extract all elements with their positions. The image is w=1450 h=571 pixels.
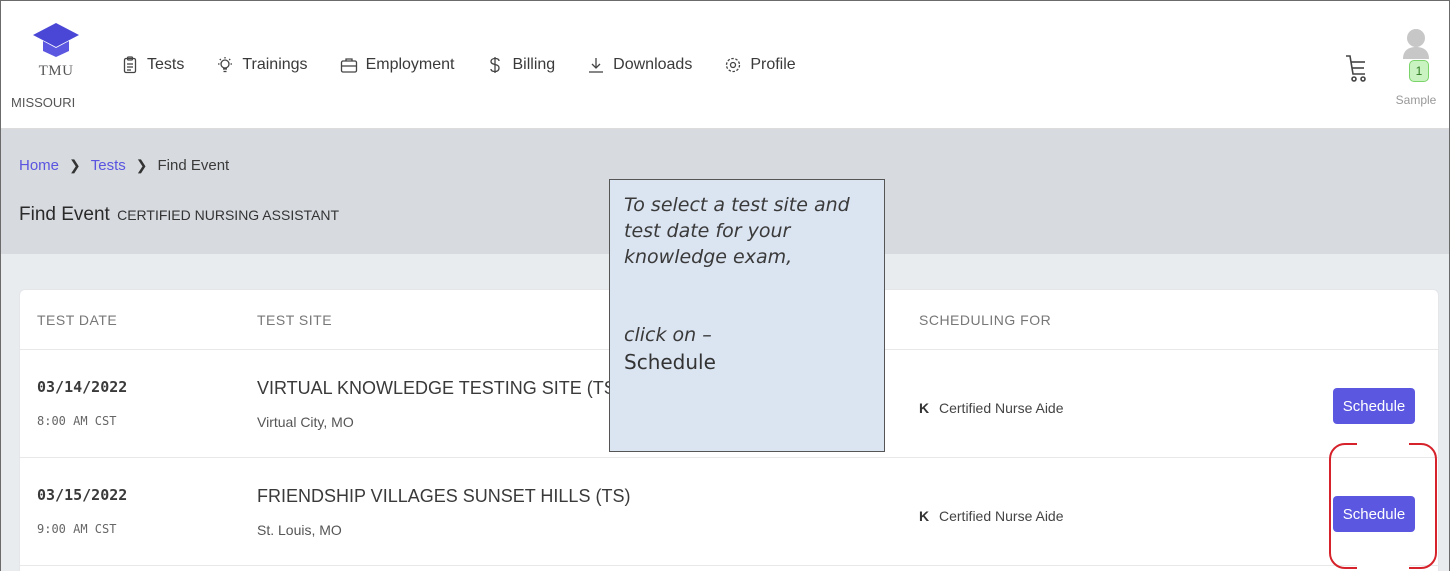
dollar-icon	[490, 57, 501, 73]
gear-icon	[726, 57, 741, 73]
nav-downloads-label: Downloads	[613, 56, 693, 73]
breadcrumb-current: Find Event	[157, 157, 230, 174]
user-avatar-icon	[1403, 29, 1429, 59]
row-date: 03/14/2022	[37, 378, 128, 396]
nav-employment-label: Employment	[365, 56, 455, 73]
row-date: 03/15/2022	[37, 486, 128, 504]
callout-instruction: click on –	[624, 324, 712, 346]
nav-billing[interactable]: Billing	[486, 56, 555, 74]
avatar: 1	[1401, 27, 1431, 82]
download-icon	[589, 58, 604, 73]
row-exam-code: K	[919, 400, 930, 416]
nav-profile-label: Profile	[750, 56, 796, 73]
instruction-callout: To select a test site and test date for …	[609, 179, 885, 452]
nav-downloads[interactable]: Downloads	[587, 56, 692, 74]
schedule-button[interactable]: Schedule	[1333, 388, 1415, 424]
nav-tests[interactable]: Tests	[121, 56, 184, 74]
callout-text: To select a test site and test date for …	[624, 194, 850, 268]
row-city: Virtual City, MO	[257, 414, 354, 430]
user-name: Sample	[1395, 93, 1437, 107]
brand-logo[interactable]: TMU MISSOURI	[11, 21, 101, 110]
breadcrumb: Home ❯ Tests ❯ Find Event	[19, 157, 229, 174]
lightbulb-icon	[218, 57, 233, 73]
notification-badge: 1	[1409, 60, 1429, 82]
nav-trainings-label: Trainings	[242, 56, 308, 73]
chevron-right-icon: ❯	[69, 157, 81, 173]
highlight-bracket	[1329, 443, 1437, 569]
breadcrumb-tests[interactable]: Tests	[91, 157, 126, 174]
nav-employment[interactable]: Employment	[340, 56, 455, 74]
nav-tests-label: Tests	[147, 56, 185, 73]
page-title: Find Event CERTIFIED NURSING ASSISTANT	[19, 204, 339, 226]
row-scheduling-for: Certified Nurse Aide	[939, 400, 1064, 416]
row-exam-code: K	[919, 508, 930, 524]
clipboard-icon	[123, 56, 137, 74]
cart-icon[interactable]	[1343, 53, 1369, 83]
page-title-text: Find Event	[19, 204, 110, 225]
header-test-date: TEST DATE	[37, 312, 118, 328]
graduation-cap-icon	[33, 23, 79, 57]
breadcrumb-home[interactable]: Home	[19, 157, 59, 174]
nav-billing-label: Billing	[512, 56, 556, 73]
page-subtitle: CERTIFIED NURSING ASSISTANT	[117, 207, 340, 223]
header-scheduling-for: SCHEDULING FOR	[919, 312, 1052, 328]
briefcase-icon	[340, 58, 357, 73]
top-navigation: TMU MISSOURI Tests Trainings Employment …	[1, 1, 1449, 129]
row-time: 9:00 AM CST	[37, 522, 117, 536]
row-site: VIRTUAL KNOWLEDGE TESTING SITE (TS)	[257, 378, 622, 398]
header-test-site: TEST SITE	[257, 312, 333, 328]
main-nav: Tests Trainings Employment Billing Downl…	[121, 56, 796, 74]
row-city: St. Louis, MO	[257, 522, 342, 538]
row-scheduling-for: Certified Nurse Aide	[939, 508, 1064, 524]
table-row: 03/15/2022 9:00 AM CST FRIENDSHIP VILLAG…	[20, 458, 1438, 566]
highlight-gap-top	[1357, 439, 1409, 447]
user-menu[interactable]: 1 Sample	[1391, 27, 1441, 107]
chevron-right-icon: ❯	[135, 157, 148, 173]
brand-state: MISSOURI	[11, 95, 76, 110]
highlight-gap-bottom	[1357, 565, 1409, 571]
nav-profile[interactable]: Profile	[724, 56, 796, 74]
nav-trainings[interactable]: Trainings	[216, 56, 308, 74]
callout-keyword: Schedule	[624, 350, 716, 374]
brand-name: TMU	[38, 63, 74, 79]
row-time: 8:00 AM CST	[37, 414, 117, 428]
row-site: FRIENDSHIP VILLAGES SUNSET HILLS (TS)	[257, 486, 631, 506]
